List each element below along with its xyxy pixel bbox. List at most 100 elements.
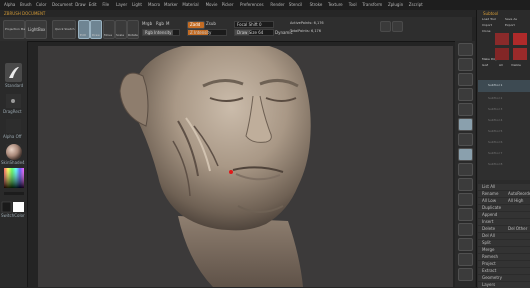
subtool-item[interactable]: SubTool 5 bbox=[488, 129, 502, 134]
menu-item-stencil[interactable]: Stencil bbox=[289, 2, 303, 7]
move-view-button[interactable] bbox=[458, 193, 473, 206]
tray-row[interactable]: Delete Del Other bbox=[478, 226, 530, 232]
tray-row[interactable]: All Low All High bbox=[478, 198, 530, 204]
menu-item-marker[interactable]: Marker bbox=[164, 2, 178, 7]
menu-item-picker[interactable]: Picker bbox=[222, 2, 234, 7]
tray-row-label: Split bbox=[482, 240, 491, 245]
subtool-selected[interactable]: SubTool 1 bbox=[478, 80, 530, 92]
polyf-button[interactable] bbox=[458, 238, 473, 251]
document-canvas[interactable] bbox=[38, 46, 453, 287]
subtool-list: SubTool 1 SubTool 2 SubTool 3 SubTool 4 … bbox=[478, 80, 530, 180]
mrgb-button[interactable]: Mrgb bbox=[142, 21, 152, 26]
polymesh-thumbnail[interactable] bbox=[495, 48, 509, 60]
simplebrush-thumbnail[interactable] bbox=[513, 48, 527, 60]
tray-row[interactable]: Split bbox=[478, 240, 530, 246]
floor-button[interactable] bbox=[458, 133, 473, 146]
menu-item-brush[interactable]: Brush bbox=[20, 2, 32, 7]
tray-row[interactable]: Geometry bbox=[478, 275, 530, 281]
edit-button[interactable]: Edit bbox=[78, 20, 90, 39]
menu-item-render[interactable]: Render bbox=[270, 2, 284, 7]
tray-row[interactable]: Insert bbox=[478, 219, 530, 225]
zadd-button[interactable]: Zadd bbox=[187, 21, 205, 29]
menu-item-tool[interactable]: Tool bbox=[349, 2, 357, 7]
solo-button[interactable] bbox=[458, 268, 473, 281]
subtool-item[interactable]: SubTool 8 bbox=[488, 162, 502, 167]
rotate-view-button[interactable] bbox=[458, 223, 473, 236]
tray-row[interactable]: Duplicate bbox=[478, 205, 530, 211]
menu-item-draw[interactable]: Draw bbox=[75, 2, 85, 7]
move-button[interactable]: Move bbox=[103, 20, 115, 39]
zsub-button[interactable]: Zsub bbox=[206, 21, 216, 26]
menu-item-macro[interactable]: Macro bbox=[148, 2, 160, 7]
tray-row[interactable]: Append bbox=[478, 212, 530, 218]
zoom-button[interactable] bbox=[458, 88, 473, 101]
active-points-readout: ActivePoints: 6,176 bbox=[290, 21, 324, 25]
local-button[interactable] bbox=[458, 148, 473, 161]
secondary-color-swatch[interactable] bbox=[13, 202, 24, 212]
tray-row[interactable]: Layers bbox=[478, 282, 530, 288]
scroll-button[interactable] bbox=[458, 73, 473, 86]
bpr-button[interactable] bbox=[458, 43, 473, 56]
tool-switch-icon[interactable] bbox=[380, 21, 391, 32]
menu-item-material[interactable]: Material bbox=[182, 2, 198, 7]
menu-item-texture[interactable]: Texture bbox=[328, 2, 343, 7]
rotate-button[interactable]: Rotate bbox=[127, 20, 139, 39]
actual-button[interactable] bbox=[458, 103, 473, 116]
tray-row[interactable]: Project bbox=[478, 261, 530, 267]
menu-item-transform[interactable]: Transform bbox=[362, 2, 382, 7]
menu-item-stroke[interactable]: Stroke bbox=[310, 2, 323, 7]
document-title: ZBRUSH DOCUMENT bbox=[4, 11, 46, 16]
subtool-item[interactable]: SubTool 4 bbox=[488, 118, 502, 123]
tray-row-label-secondary: All High bbox=[508, 198, 524, 203]
menu-item-movie[interactable]: Movie bbox=[206, 2, 218, 7]
tool-options-icon[interactable] bbox=[392, 21, 403, 32]
subtool-item[interactable]: SubTool 3 bbox=[488, 107, 502, 112]
tray-row[interactable]: Rename AutoReorder bbox=[478, 191, 530, 197]
rgb-button[interactable]: Rgb bbox=[156, 21, 164, 26]
lightbox-button[interactable]: LightBox bbox=[25, 20, 47, 39]
draw-size-slider[interactable]: Draw Size 64 bbox=[234, 29, 274, 36]
load-tool-button[interactable]: Load Tool bbox=[482, 17, 496, 22]
primary-color-swatch[interactable] bbox=[1, 201, 12, 213]
head-tool-thumbnail[interactable] bbox=[495, 33, 509, 45]
menu-item-file[interactable]: File bbox=[102, 2, 109, 7]
import-button[interactable]: Import bbox=[482, 23, 492, 28]
menu-item-zplugin[interactable]: Zplugin bbox=[388, 2, 403, 7]
subtool-item[interactable]: SubTool 7 bbox=[488, 151, 502, 156]
transp-button[interactable] bbox=[458, 253, 473, 266]
menu-item-color[interactable]: Color bbox=[36, 2, 46, 7]
projection-master-button[interactable]: Projection Master bbox=[3, 20, 31, 39]
persp-button[interactable] bbox=[458, 118, 473, 131]
m-button[interactable]: M bbox=[166, 21, 169, 26]
tray-row[interactable]: Remesh bbox=[478, 254, 530, 260]
save-as-button[interactable]: Save As bbox=[505, 17, 517, 22]
tray-row-label: List All bbox=[482, 184, 496, 189]
menu-item-alpha[interactable]: Alpha bbox=[4, 2, 15, 7]
menu-item-edit[interactable]: Edit bbox=[89, 2, 97, 7]
rgb-intensity-slider[interactable]: Rgb Intensity bbox=[142, 29, 180, 36]
focal-shift-slider[interactable]: Focal Shift 0 bbox=[234, 21, 274, 28]
tray-row[interactable]: Del All bbox=[478, 233, 530, 239]
quick-sketch-button[interactable]: Quick Sketch bbox=[52, 20, 76, 39]
spix-button[interactable] bbox=[458, 58, 473, 71]
zoom-view-button[interactable] bbox=[458, 208, 473, 221]
frame-button[interactable] bbox=[458, 178, 473, 191]
tray-row[interactable]: Merge bbox=[478, 247, 530, 253]
export-button[interactable]: Export bbox=[505, 23, 515, 28]
menu-item-document[interactable]: Document bbox=[52, 2, 73, 7]
subtool-item[interactable]: SubTool 2 bbox=[488, 96, 502, 101]
menu-item-preferences[interactable]: Preferences bbox=[240, 2, 264, 7]
sphere-tool-thumbnail[interactable] bbox=[513, 33, 527, 45]
tray-row[interactable]: List All bbox=[478, 184, 530, 190]
xyz-button[interactable] bbox=[458, 163, 473, 176]
subtool-item[interactable]: SubTool 6 bbox=[488, 140, 502, 145]
z-intensity-slider[interactable]: Z Intensity bbox=[187, 29, 227, 36]
menu-item-light[interactable]: Light bbox=[132, 2, 142, 7]
tray-row[interactable]: Extract bbox=[478, 268, 530, 274]
material-sphere-icon[interactable] bbox=[6, 144, 22, 160]
menu-item-layer[interactable]: Layer bbox=[116, 2, 127, 7]
alpha-icon[interactable] bbox=[6, 119, 21, 133]
scale-button[interactable]: Scale bbox=[115, 20, 127, 39]
menu-item-zscript[interactable]: Zscript bbox=[409, 2, 423, 7]
draw-button[interactable]: Draw bbox=[90, 20, 102, 39]
